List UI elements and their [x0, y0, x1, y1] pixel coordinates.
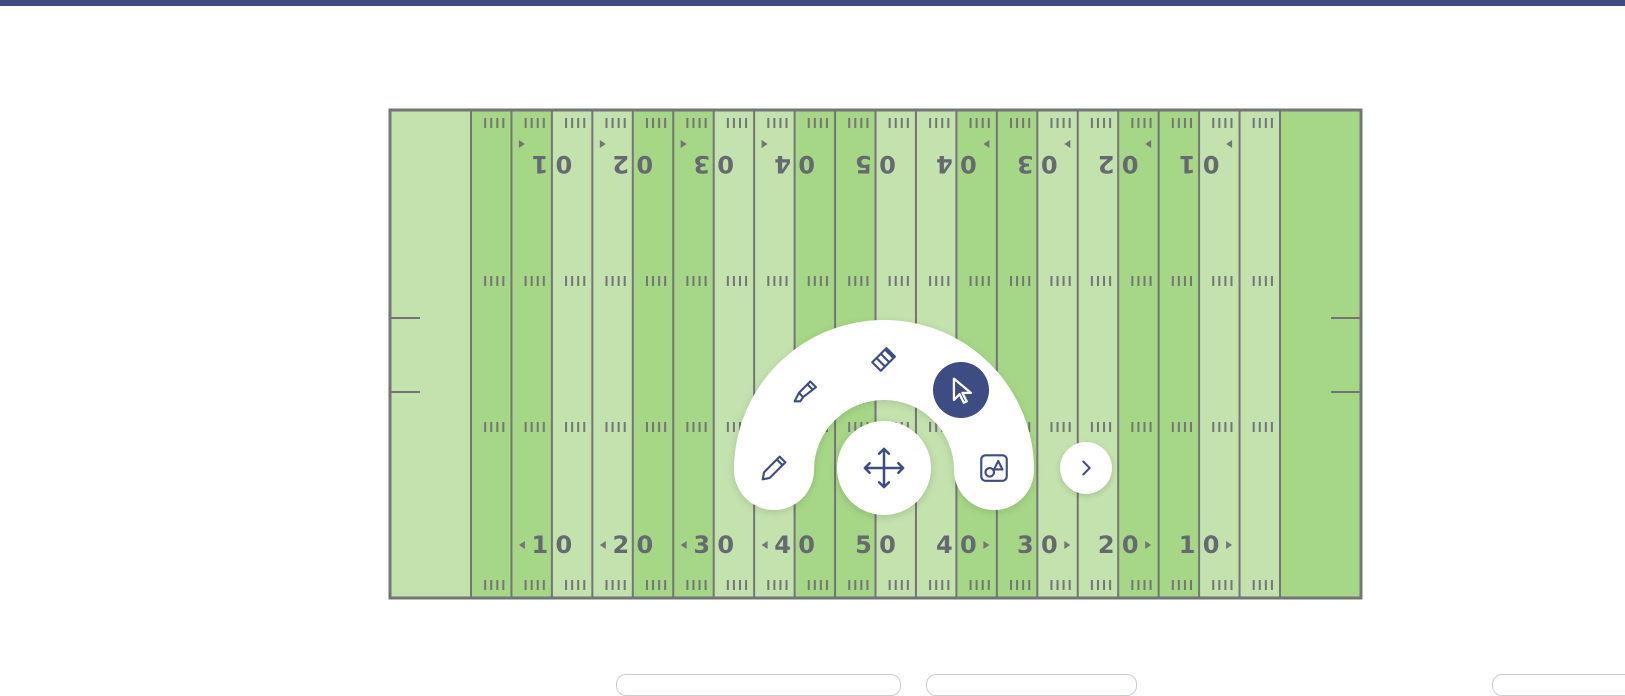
top-yard-number: 0 — [1122, 150, 1139, 178]
eraser-icon — [871, 347, 896, 372]
bottom-yard-number: 3 — [1017, 531, 1034, 559]
top-yard-number: 0 — [879, 150, 896, 178]
bottom-yard-number: 2 — [612, 531, 629, 559]
field-stripe — [592, 110, 633, 598]
bottom-yard-number: 0 — [1122, 531, 1139, 559]
bottom-yard-number: 0 — [879, 531, 896, 559]
top-yard-number: 0 — [798, 150, 815, 178]
top-yard-number: 2 — [612, 150, 629, 178]
pencil-icon — [761, 455, 787, 481]
field-stripe — [1239, 110, 1280, 598]
shapes-icon — [980, 454, 1008, 482]
field-stripe — [996, 110, 1038, 598]
top-yard-number: 3 — [1017, 150, 1034, 178]
bottom-yard-number: 3 — [693, 531, 710, 559]
select-tool-button[interactable] — [933, 362, 989, 418]
top-yard-number: 1 — [532, 150, 549, 178]
field-stripe — [673, 110, 714, 598]
bottom-control-3[interactable] — [1492, 674, 1625, 696]
highlighter-tool-button[interactable] — [780, 364, 832, 416]
bottom-yard-number: 0 — [1041, 531, 1058, 559]
field-stripe — [956, 110, 997, 598]
top-yard-number: 0 — [717, 150, 734, 178]
field-stripe — [511, 110, 552, 598]
shapes-tool-button[interactable] — [968, 442, 1020, 494]
field-stripe — [1199, 110, 1240, 598]
top-yard-number: 2 — [1098, 150, 1115, 178]
field-stripe — [713, 110, 755, 598]
top-yard-number: 4 — [936, 150, 953, 178]
bottom-yard-number: 0 — [798, 531, 815, 559]
top-yard-number: 5 — [855, 150, 872, 178]
top-yard-number: 4 — [774, 150, 791, 178]
cursor-icon — [952, 377, 973, 404]
bottom-yard-number: 0 — [1203, 531, 1220, 559]
bottom-yard-number: 0 — [556, 531, 573, 559]
top-yard-number: 0 — [1203, 150, 1220, 178]
bottom-yard-number: 4 — [774, 531, 791, 559]
field-stripe — [794, 110, 836, 598]
field-stripe — [551, 110, 593, 598]
next-tools-button[interactable] — [1060, 442, 1112, 494]
pencil-tool-button[interactable] — [748, 442, 800, 494]
field-stripe — [1118, 110, 1159, 598]
top-yard-number: 3 — [693, 150, 710, 178]
top-yard-number: 0 — [636, 150, 653, 178]
field-stripe — [471, 110, 512, 598]
bottom-control-1[interactable] — [616, 674, 901, 696]
field-stripe — [754, 110, 795, 598]
football-field[interactable]: 1 0 2 0 3 0 4 0 5 0 4 0 3 0 2 0 1 01 0 2 0 3 0 4 0 5 0 4 0 3 0 2 0 1 0 — [0, 0, 1625, 680]
field-stripe — [632, 110, 674, 598]
bottom-yard-number: 4 — [936, 531, 953, 559]
move-icon — [863, 447, 905, 489]
bottom-yard-number: 1 — [532, 531, 549, 559]
bottom-control-2[interactable] — [926, 674, 1137, 696]
field-stripe — [1037, 110, 1078, 598]
top-yard-number: 1 — [1179, 150, 1196, 178]
bottom-yard-number: 5 — [855, 531, 872, 559]
field-stripe — [1077, 110, 1119, 598]
top-yard-number: 0 — [960, 150, 977, 178]
chevron-right-icon — [1082, 460, 1091, 476]
field-stripe — [1158, 110, 1200, 598]
highlighter-icon — [793, 380, 817, 403]
left-endzone — [390, 110, 471, 598]
bottom-yard-number: 2 — [1098, 531, 1115, 559]
bottom-yard-number: 0 — [717, 531, 734, 559]
field-stripe — [915, 110, 957, 598]
top-yard-number: 0 — [1041, 150, 1058, 178]
move-button[interactable] — [837, 421, 931, 515]
right-endzone — [1280, 110, 1361, 598]
bottom-yard-number: 0 — [960, 531, 977, 559]
eraser-tool-button[interactable] — [859, 332, 911, 384]
top-yard-number: 0 — [556, 150, 573, 178]
bottom-yard-number: 0 — [636, 531, 653, 559]
bottom-yard-number: 1 — [1179, 531, 1196, 559]
